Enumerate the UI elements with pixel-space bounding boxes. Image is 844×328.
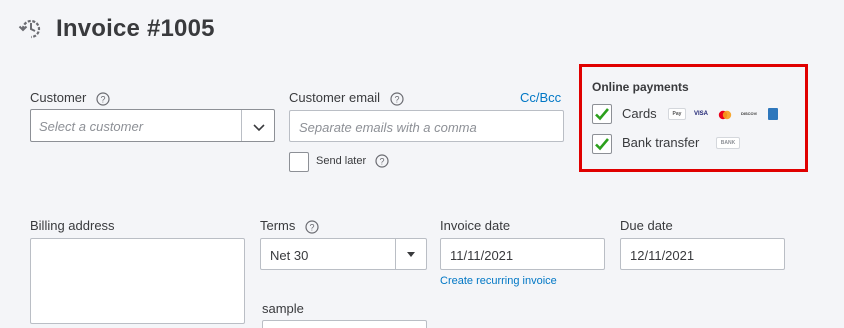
customer-label-text: Customer: [30, 90, 87, 105]
bank-icon: BANK: [716, 137, 740, 149]
cards-label: Cards: [622, 106, 657, 121]
send-later-label: Send later ?: [316, 154, 389, 168]
bank-transfer-label: Bank transfer: [622, 135, 700, 150]
caret-down-icon[interactable]: [407, 252, 415, 257]
invoice-date-input[interactable]: 11/11/2021: [440, 238, 605, 270]
checkmark-icon: [595, 108, 609, 121]
apple-pay-icon: Pay: [668, 108, 686, 120]
invoice-date-value: 11/11/2021: [450, 248, 514, 263]
mastercard-icon: [716, 108, 734, 120]
svg-text:?: ?: [310, 222, 315, 232]
help-icon[interactable]: ?: [96, 91, 110, 106]
visa-icon: VISA: [693, 111, 708, 117]
customer-label: Customer ?: [30, 90, 110, 106]
invoice-date-label: Invoice date: [440, 218, 511, 233]
select-divider: [395, 239, 396, 269]
online-payments-title: Online payments: [592, 80, 689, 94]
page-title: Invoice #1005: [56, 15, 215, 42]
bank-transfer-checkbox[interactable]: [592, 134, 612, 154]
chevron-down-icon[interactable]: [252, 120, 266, 134]
send-later-label-text: Send later: [316, 154, 367, 167]
checkmark-icon: [595, 138, 609, 151]
email-placeholder: Separate emails with a comma: [299, 120, 477, 135]
sample-label: sample: [262, 301, 304, 316]
svg-text:?: ?: [380, 157, 385, 167]
customer-email-label: Customer email ?: [289, 90, 404, 106]
billing-address-input[interactable]: [30, 238, 245, 324]
help-icon[interactable]: ?: [305, 219, 319, 234]
customer-placeholder: Select a customer: [39, 119, 144, 134]
cc-bcc-link[interactable]: Cc/Bcc: [520, 90, 561, 105]
due-date-value: 12/11/2021: [630, 248, 695, 263]
amex-icon: [768, 108, 778, 120]
customer-email-input[interactable]: Separate emails with a comma: [289, 110, 564, 142]
create-recurring-invoice-link[interactable]: Create recurring invoice: [440, 275, 557, 287]
discover-icon: DISCOVER: [741, 111, 757, 116]
due-date-label: Due date: [620, 218, 673, 233]
terms-select[interactable]: Net 30: [260, 238, 427, 270]
help-icon[interactable]: ?: [390, 91, 404, 106]
terms-value: Net 30: [270, 248, 309, 263]
sample-input[interactable]: [262, 320, 427, 328]
terms-label: Terms ?: [260, 218, 319, 234]
customer-email-label-text: Customer email: [289, 90, 381, 105]
svg-text:?: ?: [394, 94, 399, 104]
due-date-input[interactable]: 12/11/2021: [620, 238, 785, 270]
help-icon[interactable]: ?: [375, 154, 389, 168]
billing-address-label: Billing address: [30, 218, 115, 233]
send-later-checkbox[interactable]: [289, 152, 309, 172]
terms-label-text: Terms: [260, 218, 296, 233]
recent-transactions-icon[interactable]: [18, 16, 44, 42]
svg-text:?: ?: [100, 94, 105, 104]
customer-select[interactable]: Select a customer: [30, 109, 275, 142]
cards-checkbox[interactable]: [592, 104, 612, 124]
select-divider: [241, 110, 242, 141]
